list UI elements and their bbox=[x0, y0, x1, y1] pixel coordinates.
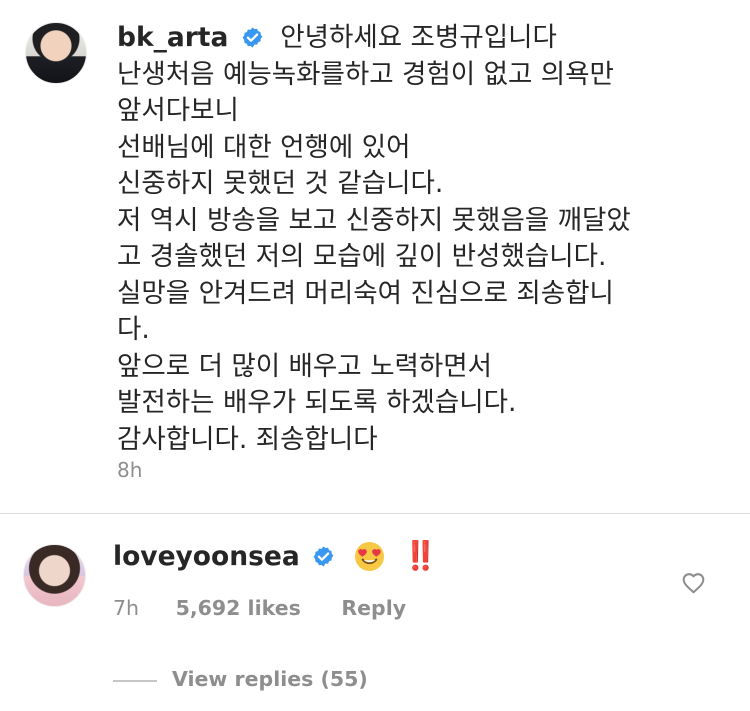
comment-line: 감사합니다. 죄송합니다 bbox=[117, 423, 378, 455]
comment-line: 다. bbox=[117, 314, 150, 345]
likes-count[interactable]: 5,692 likes bbox=[176, 596, 301, 620]
comment-line: 앞으로 더 많이 배우고 노력하면서 bbox=[117, 350, 493, 382]
comment-timestamp: 8h bbox=[117, 458, 143, 482]
comment-item: bk_arta 안녕하세요 조병규입니다 난생처음 예능녹화를하고 경험이 없고… bbox=[0, 0, 750, 512]
comment-body: loveyoonsea ‼️ bbox=[113, 538, 438, 575]
username[interactable]: loveyoonsea bbox=[113, 541, 300, 572]
comment-line: 저 역시 방송을 보고 신중하지 못했음을 깨달았 bbox=[117, 204, 631, 236]
avatar[interactable] bbox=[23, 544, 86, 607]
comment-text: ‼️ bbox=[403, 539, 438, 572]
username[interactable]: bk_arta bbox=[117, 22, 228, 53]
reply-button[interactable]: Reply bbox=[341, 596, 406, 620]
verified-badge-icon bbox=[313, 546, 334, 567]
comment-line: 신중하지 못했던 것 같습니다. bbox=[117, 168, 444, 199]
comment-body: bk_arta 안녕하세요 조병규입니다 난생처음 예능녹화를하고 경험이 없고… bbox=[117, 20, 717, 458]
comment-line: 고 경솔했던 저의 모습에 깊이 반성했습니다. bbox=[117, 241, 607, 272]
comment-first-line: bk_arta 안녕하세요 조병규입니다 bbox=[117, 20, 717, 57]
comment-item: loveyoonsea ‼️ 7h 5,692 likes Reply View… bbox=[0, 514, 750, 711]
comment-line: 앞서다보니 bbox=[117, 95, 239, 126]
comment-line: 발전하는 배우가 되도록 하겠습니다. bbox=[117, 387, 517, 418]
heart-eyes-emoji bbox=[354, 541, 384, 572]
avatar[interactable] bbox=[25, 22, 87, 84]
comment-meta: 7h 5,692 likes Reply bbox=[113, 596, 406, 620]
comment-line: 난생처음 예능녹화를하고 경험이 없고 의욕만 bbox=[117, 58, 614, 90]
comment-timestamp: 7h bbox=[113, 596, 140, 620]
comment-line: 선배님에 대한 언행에 있어 bbox=[117, 131, 411, 163]
heart-outline-icon[interactable] bbox=[680, 569, 707, 596]
comment-line: 안녕하세요 조병규입니다 bbox=[280, 22, 557, 53]
view-replies-button[interactable]: View replies (55) bbox=[172, 667, 368, 691]
replies-divider-line bbox=[113, 680, 157, 682]
comment-line: 실망을 안겨드려 머리숙여 진심으로 죄송합니 bbox=[117, 277, 614, 309]
verified-badge-icon bbox=[242, 27, 263, 48]
